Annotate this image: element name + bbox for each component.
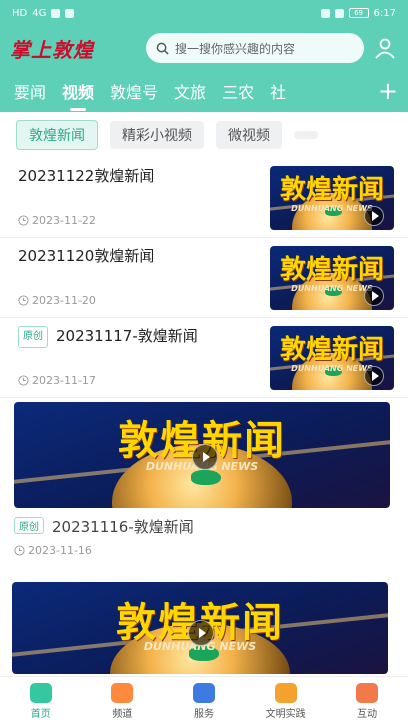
- user-profile-button[interactable]: [372, 35, 398, 61]
- thumb-title: 敦煌新闻: [279, 255, 384, 285]
- video-thumbnail[interactable]: 敦煌新闻 DUNHUANG NEWS: [270, 166, 394, 230]
- tab-5[interactable]: 社: [270, 79, 286, 103]
- app-header: 掌上敦煌 搜一搜你感兴趣的内容: [0, 26, 408, 70]
- bottom-tab-label: 首页: [30, 709, 51, 720]
- chip-0[interactable]: 敦煌新闻: [16, 120, 98, 150]
- bottom-tab-4[interactable]: 互动: [326, 677, 408, 726]
- home-icon: [29, 683, 52, 703]
- hd-label: HD: [12, 7, 28, 19]
- app-logo: 掌上敦煌: [10, 37, 94, 62]
- add-channel-button[interactable]: +: [371, 70, 398, 112]
- chip-1[interactable]: 精彩小视频: [110, 121, 204, 149]
- item-date: 2023-11-20: [18, 294, 96, 307]
- item-title: 原创 20231117-敦煌新闻: [18, 326, 256, 348]
- clock-icon: [18, 295, 29, 306]
- date-text: 2023-11-20: [32, 294, 96, 307]
- list-item[interactable]: 原创 20231117-敦煌新闻 2023-11-17 敦煌新闻 DUNHUANG…: [0, 318, 408, 398]
- video-thumbnail[interactable]: 敦煌新闻 DUNHUANG NEWS: [12, 582, 388, 674]
- status-bar: HD 4G 69 6:17: [0, 0, 408, 26]
- tab-1[interactable]: 视频: [62, 79, 94, 111]
- bottom-tab-1[interactable]: 频道: [82, 677, 164, 726]
- plus-icon: +: [377, 77, 398, 105]
- original-badge: 原创: [14, 517, 44, 534]
- date-text: 2023-11-16: [28, 544, 92, 557]
- bottom-tab-label: 服务: [193, 709, 214, 720]
- service-icon: [192, 683, 215, 703]
- play-icon[interactable]: [364, 366, 384, 386]
- play-icon[interactable]: [192, 444, 218, 470]
- wifi-icon: [51, 8, 61, 18]
- item-title-text: 20231116-敦煌新闻: [52, 518, 194, 536]
- play-icon[interactable]: [188, 620, 214, 646]
- original-badge: 原创: [18, 326, 48, 348]
- video-thumbnail[interactable]: 敦煌新闻 DUNHUANG NEWS: [270, 246, 394, 310]
- clock-icon: [18, 375, 29, 386]
- thumbnail-image: 敦煌新闻 DUNHUANG NEWS: [270, 326, 394, 390]
- channel-tabs: 要闻 视频 敦煌号 文旅 三农社: [0, 70, 408, 112]
- video-thumbnail[interactable]: 敦煌新闻 DUNHUANG NEWS: [270, 326, 394, 390]
- practice-icon: [274, 683, 297, 703]
- clock-icon: [14, 545, 25, 556]
- status-indicators-left: HD 4G: [12, 7, 75, 19]
- chip-2[interactable]: 微视频: [216, 121, 282, 149]
- thumbnail-image: 敦煌新闻 DUNHUANG NEWS: [270, 166, 394, 230]
- signal-label: 4G: [32, 7, 47, 19]
- channel-icon: [111, 683, 134, 703]
- thumb-title: 敦煌新闻: [279, 175, 384, 205]
- battery-icon: 69: [348, 8, 369, 18]
- list-item[interactable]: 20231122敦煌新闻 2023-11-22 敦煌新闻 DUNHUANG NE…: [0, 158, 408, 238]
- tab-3[interactable]: 文旅: [174, 79, 206, 103]
- thumbnail-image: 敦煌新闻 DUNHUANG NEWS: [270, 246, 394, 310]
- thumb-title: 敦煌新闻: [279, 335, 384, 365]
- user-icon: [375, 38, 395, 59]
- clock-icon: [18, 215, 29, 226]
- list-item[interactable]: 20231120敦煌新闻 2023-11-20 敦煌新闻 DUNHUANG NE…: [0, 238, 408, 318]
- vibrate-icon: [320, 8, 330, 18]
- tab-2[interactable]: 敦煌号: [110, 79, 158, 103]
- date-text: 2023-11-17: [32, 374, 96, 387]
- item-title-text: 20231117-敦煌新闻: [56, 327, 198, 345]
- play-icon[interactable]: [364, 286, 384, 306]
- bottom-tab-2[interactable]: 服务: [163, 677, 245, 726]
- search-icon: [156, 42, 169, 55]
- bottom-tab-label: 频道: [112, 709, 133, 720]
- thumbnail-image: 敦煌新闻 DUNHUANG NEWS: [14, 402, 390, 508]
- bottom-tab-bar: 首页 频道 服务 文明实践 互动: [0, 676, 408, 726]
- item-title: 原创 20231116-敦煌新闻: [14, 516, 194, 537]
- interact-icon: [356, 683, 379, 703]
- bottom-tab-label: 文明实践: [265, 709, 306, 720]
- status-indicators-right: 69 6:17: [320, 7, 396, 19]
- item-title: 20231122敦煌新闻: [18, 167, 155, 185]
- date-text: 2023-11-22: [32, 214, 96, 227]
- item-title: 20231120敦煌新闻: [18, 247, 155, 265]
- tab-4[interactable]: 三农: [222, 79, 254, 103]
- video-feed: 20231122敦煌新闻 2023-11-22 敦煌新闻 DUNHUANG NE…: [0, 158, 408, 674]
- list-item[interactable]: 敦煌新闻 DUNHUANG NEWS 原创 20231116-敦煌新闻 2023-…: [0, 398, 408, 570]
- bottom-tab-label: 互动: [357, 709, 378, 720]
- thumbnail-image: 敦煌新闻 DUNHUANG NEWS: [12, 582, 388, 674]
- app-root: HD 4G 69 6:17 掌上敦煌 搜一搜你感兴趣的内容 要闻 视频 敦煌号 文旅三…: [0, 0, 408, 726]
- sub-category-chips: 敦煌新闻 精彩小视频 微视频: [0, 112, 408, 158]
- search-placeholder: 搜一搜你感兴趣的内容: [175, 41, 296, 56]
- video-thumbnail[interactable]: 敦煌新闻 DUNHUANG NEWS: [14, 402, 390, 508]
- search-input[interactable]: 搜一搜你感兴趣的内容: [146, 33, 364, 63]
- item-date: 2023-11-17: [18, 374, 96, 387]
- bottom-tab-3[interactable]: 文明实践: [245, 677, 327, 726]
- bottom-tab-0[interactable]: 首页: [0, 677, 82, 726]
- app-notification-icon: [65, 8, 75, 18]
- item-date: 2023-11-16: [14, 544, 92, 557]
- item-date: 2023-11-22: [18, 214, 96, 227]
- tab-0[interactable]: 要闻: [14, 79, 46, 103]
- play-icon[interactable]: [364, 206, 384, 226]
- bluetooth-icon: [334, 8, 344, 18]
- chip-overflow[interactable]: [294, 131, 318, 139]
- clock: 6:17: [373, 7, 396, 19]
